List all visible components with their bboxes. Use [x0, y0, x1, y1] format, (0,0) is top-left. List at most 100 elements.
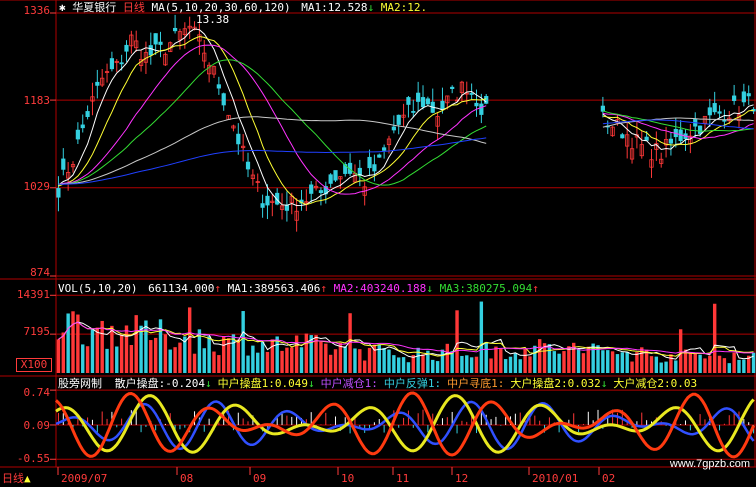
candle-body [318, 190, 324, 193]
candle-body [474, 102, 479, 107]
stock-chart-window[interactable]: ✱ 华夏银行 日线 MA(5,10,20,30,60,120) MA1:12.5… [0, 0, 756, 487]
candle-body [56, 188, 61, 198]
volume-bar [674, 360, 678, 373]
volume-bar [484, 341, 488, 373]
volume-bar [290, 347, 294, 373]
volume-bar [61, 332, 65, 373]
volume-bar [581, 353, 586, 373]
volume-bar [212, 351, 216, 373]
candle-body [420, 97, 426, 108]
volume-ma-line [58, 321, 754, 357]
volume-bar [377, 344, 381, 373]
candle-body [741, 91, 746, 103]
volume-bar [256, 352, 260, 373]
volume-bar [698, 354, 702, 373]
indicator-y-label-top: 0.74 [23, 386, 51, 399]
candle-body [416, 92, 421, 102]
volume-ma1-value: 389563.406 [254, 282, 321, 295]
volume-bar [105, 348, 109, 373]
volume-bar [275, 336, 279, 373]
volume-bar [260, 342, 265, 373]
ma1-value: 12.528 [327, 1, 368, 14]
volume-bar [144, 320, 148, 373]
x-axis-label: 09 [253, 472, 267, 485]
volume-bar [688, 352, 693, 373]
volume-bar [499, 348, 503, 373]
volume-bar [81, 344, 85, 373]
period-button-label: 日线 [2, 472, 24, 485]
volume-bar [445, 343, 450, 373]
candle-body [172, 27, 178, 32]
x-axis-label: 11 [396, 472, 410, 485]
candle-body [712, 103, 717, 113]
candle-body [382, 147, 387, 151]
candle-body [158, 41, 163, 45]
volume-bar [654, 356, 659, 373]
volume-bar [406, 362, 411, 373]
volume-bar [513, 353, 518, 373]
indicator-legend-arrow: ↓ [600, 377, 608, 390]
volume-bar [222, 335, 226, 373]
candle-body [95, 81, 100, 86]
volume-bar [119, 334, 124, 373]
volume-bar [387, 349, 391, 373]
volume-bar [192, 353, 197, 373]
stock-name[interactable]: 华夏银行 [72, 1, 116, 14]
volume-bar [353, 348, 357, 373]
indicator-legend-item: 中户寻底1: [447, 377, 504, 390]
candle-body [717, 111, 722, 114]
chart-canvas[interactable] [0, 0, 756, 487]
volume-bar [299, 347, 304, 373]
volume-bar [717, 355, 722, 373]
volume-bar [149, 340, 153, 373]
volume-ma2-label: MA2: [333, 282, 361, 295]
volume-bar [737, 359, 741, 373]
indicator-legend-value: 0.03 [670, 377, 698, 390]
watermark: www.7gpzb.com [669, 458, 750, 470]
candle-body [746, 93, 751, 97]
period-label[interactable]: 日线 [123, 1, 145, 14]
volume-bar [207, 336, 211, 373]
ma-line [58, 28, 754, 207]
volume-bar [693, 353, 697, 373]
volume-bar [479, 301, 484, 373]
candle-body [391, 126, 396, 131]
indicator-name[interactable]: 股旁网制 [58, 377, 102, 390]
candle-body [148, 45, 153, 56]
volume-bar [382, 347, 386, 373]
indicator-legend-item: 中户反弹1: [384, 377, 441, 390]
ma2-label: MA2: [380, 1, 408, 14]
indicator-legend-item: 中户减仓1: [321, 377, 378, 390]
volume-bar [547, 344, 552, 373]
candle-body [450, 86, 455, 89]
volume-bar [367, 347, 372, 373]
volume-bar [187, 307, 192, 373]
ma-line [58, 116, 754, 185]
volume-bar [280, 350, 284, 373]
volume-ma-line [58, 321, 754, 360]
volume-bar [552, 351, 556, 373]
indicator-legend-item: 散户操盘:-0.204↓ [115, 377, 212, 390]
volume-bar [95, 327, 100, 373]
candle-body [216, 84, 221, 89]
candle-body [221, 93, 226, 106]
volume-bar [333, 349, 338, 373]
period-button[interactable]: 日线▲ [2, 472, 31, 485]
x-axis-label: 08 [180, 472, 194, 485]
volume-ma3-label: MA3: [439, 282, 467, 295]
volume-bar [630, 361, 634, 373]
candle-body [109, 58, 115, 70]
volume-bar [56, 339, 61, 373]
price-y-label-2: 1183 [23, 94, 51, 107]
indicator-legend-item: 中户操盘1:0.049↓ [218, 377, 315, 390]
indicator-legend-label: 中户反弹1: [383, 377, 442, 390]
volume-bar [66, 313, 70, 373]
candle-body [328, 174, 333, 184]
volume-bar [435, 361, 440, 373]
candle-body [479, 103, 484, 115]
volume-bar [358, 349, 362, 373]
ma-line [58, 119, 754, 185]
ma1-label: MA1: [301, 1, 328, 14]
volume-bar [601, 350, 605, 373]
candle-body [469, 93, 474, 95]
